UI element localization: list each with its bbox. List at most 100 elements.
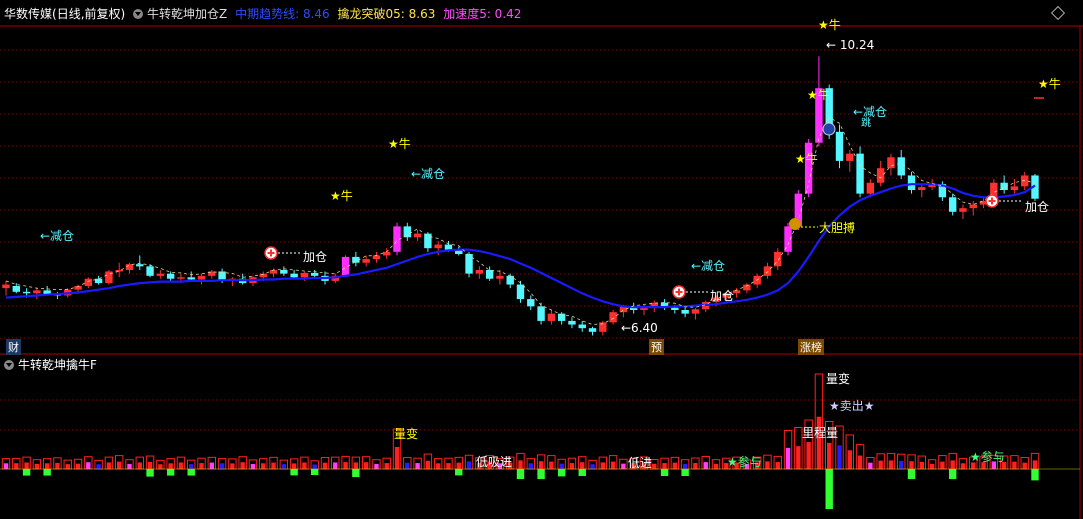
candle-body xyxy=(362,259,370,263)
volume-bar-fill xyxy=(158,464,163,469)
volume-down-bar xyxy=(516,469,525,479)
jiancang-label-3: ←减仓 xyxy=(691,259,726,273)
volume-bar-fill xyxy=(219,463,225,469)
volume-bar-fill xyxy=(189,464,194,469)
volume-bar-fill xyxy=(590,464,595,469)
sub-header: 牛转乾坤擒牛F xyxy=(4,356,101,374)
candle-body xyxy=(763,266,772,276)
volume-bar-fill xyxy=(415,463,420,469)
sub-indicator-name[interactable]: 牛转乾坤擒牛F xyxy=(18,358,97,372)
candle-body xyxy=(918,187,926,190)
tiao-label: 跳 xyxy=(861,118,871,129)
volume-bar-fill xyxy=(281,464,287,469)
niu-label-5: ★牛 xyxy=(818,18,841,32)
candle-body xyxy=(465,254,473,274)
status-face-icon xyxy=(822,122,836,136)
dijin-label: 低进 xyxy=(628,456,653,470)
volume-bar-fill xyxy=(302,462,307,469)
volume-bar-fill xyxy=(127,463,132,469)
sub-grid xyxy=(0,399,1080,431)
maichu-label: ★卖出★ xyxy=(829,399,875,413)
dadanbo-label: 大胆搏 xyxy=(819,221,856,235)
volume-down-bar xyxy=(146,469,154,477)
volume-down-bar xyxy=(907,469,916,479)
candle-body xyxy=(907,175,916,190)
jiacang-label-2: 加仓 xyxy=(710,289,735,303)
zhongliang-label: 里程量 xyxy=(802,426,839,440)
volume-bar-fill xyxy=(899,460,904,469)
candle-body xyxy=(691,309,700,314)
candle-body xyxy=(290,273,298,278)
indicator-name[interactable]: 牛转乾坤加仓Z xyxy=(147,7,227,21)
volume-bar-fill xyxy=(456,462,461,469)
volume-bar-fill xyxy=(199,463,204,469)
candle-body xyxy=(424,233,432,249)
niu-label-4: ★牛 xyxy=(807,88,830,102)
candle-body xyxy=(22,291,31,294)
candle-body xyxy=(444,244,453,250)
volume-bar-fill xyxy=(333,462,338,469)
volume-bar-fill xyxy=(857,455,863,469)
volume-bar-fill xyxy=(14,463,19,469)
volume-bar-fill xyxy=(816,416,822,469)
volume-bar-fill xyxy=(950,460,955,469)
candle-body xyxy=(300,272,309,278)
jiacang-label-1: 加仓 xyxy=(303,250,328,264)
candle-body xyxy=(856,153,864,194)
candlestick-series[interactable] xyxy=(2,56,1039,336)
candle-body xyxy=(413,233,422,238)
volume-bar-fill xyxy=(384,463,389,469)
candle-body xyxy=(372,255,381,260)
volume-down-bar xyxy=(825,469,833,509)
forecast-tag[interactable]: 预 xyxy=(649,339,664,355)
stock-name: 华数传媒 xyxy=(4,7,53,21)
niu-label-1: ★牛 xyxy=(330,189,353,203)
volume-bar-fill xyxy=(518,460,523,469)
candle-body xyxy=(578,324,586,329)
volume-bar-fill xyxy=(147,461,153,469)
candle-body xyxy=(506,275,514,285)
liangbian-top-label: 量变 xyxy=(826,372,851,386)
volume-bar-fill xyxy=(240,462,245,469)
volume-bar-fill xyxy=(559,463,564,469)
volume-bar-fill xyxy=(374,463,379,469)
volume-bar-fill xyxy=(775,462,780,469)
niu-label-2: ★牛 xyxy=(388,137,411,151)
volume-bar-fill xyxy=(600,462,606,469)
candle-body xyxy=(969,204,977,209)
liangbian-label: 量变 xyxy=(394,427,419,441)
candle-body xyxy=(804,142,813,194)
volume-bar-fill xyxy=(446,463,451,469)
sub-indicator-dropdown-icon[interactable] xyxy=(4,360,14,370)
money-bag-icon xyxy=(789,218,801,230)
volume-bar-fill xyxy=(929,463,935,469)
volume-bar-fill xyxy=(405,462,410,469)
volume-bar-fill xyxy=(580,462,585,469)
period-label: (日线,前复权) xyxy=(52,7,126,21)
volume-down-bar xyxy=(660,469,669,476)
main-grid xyxy=(0,49,1080,339)
top-list-tag[interactable]: 涨榜 xyxy=(798,339,824,355)
finance-tag[interactable]: 财 xyxy=(6,339,21,355)
jiancang-label-2: ←减仓 xyxy=(411,167,446,181)
candle-body xyxy=(2,284,10,289)
volume-bar-fill xyxy=(3,463,9,469)
volume-bar-fill xyxy=(621,463,626,469)
volume-bar-fill xyxy=(538,461,544,469)
volume-bar-fill xyxy=(75,463,81,469)
candle-body xyxy=(475,270,484,274)
candle-body xyxy=(671,307,679,310)
volume-bar-fill xyxy=(837,445,842,469)
candle-body xyxy=(485,270,494,279)
indicator-dropdown-icon[interactable] xyxy=(133,9,144,19)
volume-bar-fill xyxy=(435,463,441,469)
volume-bar-fill xyxy=(137,462,142,469)
volume-bars xyxy=(0,373,1080,509)
volume-down-bar xyxy=(187,469,195,476)
volume-down-bar xyxy=(166,469,175,476)
candle-body xyxy=(835,131,844,161)
volume-bar-fill xyxy=(868,462,873,469)
volume-bar-fill xyxy=(847,450,852,469)
volume-down-bar xyxy=(22,469,31,476)
candle-body xyxy=(959,208,967,212)
